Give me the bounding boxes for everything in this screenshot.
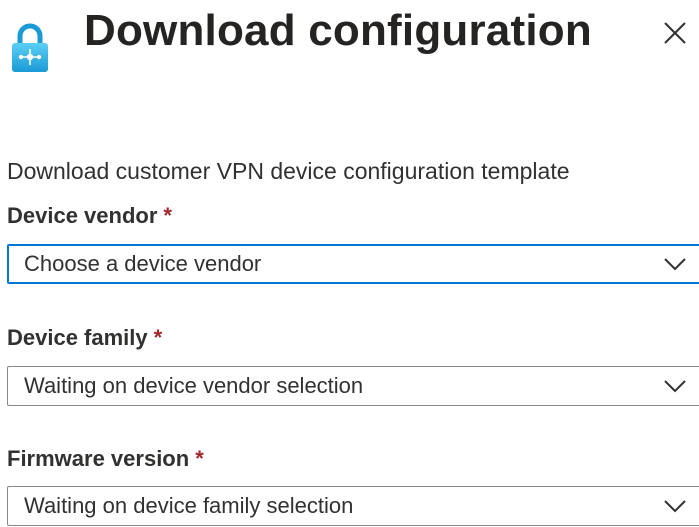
chevron-down-icon xyxy=(664,380,686,393)
required-marker: * xyxy=(195,446,204,471)
firmware-version-label-text: Firmware version xyxy=(7,446,190,471)
form-description: Download customer VPN device configurati… xyxy=(7,158,570,184)
device-family-dropdown[interactable]: Waiting on device vendor selection xyxy=(7,366,699,406)
page-title: Download configuration xyxy=(84,6,592,55)
device-family-label-text: Device family xyxy=(7,325,148,350)
device-vendor-label-text: Device vendor xyxy=(7,203,158,228)
firmware-version-label: Firmware version * xyxy=(7,445,204,473)
device-family-dropdown-value: Waiting on device vendor selection xyxy=(24,373,364,398)
device-vendor-label: Device vendor * xyxy=(7,202,172,230)
device-vendor-dropdown-value: Choose a device vendor xyxy=(24,251,262,276)
required-marker: * xyxy=(163,203,172,228)
chevron-down-icon xyxy=(664,258,686,271)
firmware-version-dropdown[interactable]: Waiting on device family selection xyxy=(7,486,699,526)
panel-header: Download configuration xyxy=(0,0,699,72)
required-marker: * xyxy=(153,325,163,350)
close-button[interactable] xyxy=(656,14,696,54)
vpn-lock-icon xyxy=(10,22,50,74)
download-configuration-panel: Download configuration Download customer… xyxy=(0,0,699,527)
device-vendor-dropdown[interactable]: Choose a device vendor xyxy=(7,244,699,284)
close-icon xyxy=(664,22,686,44)
device-family-label: Device family * xyxy=(7,324,162,352)
firmware-version-dropdown-value: Waiting on device family selection xyxy=(24,493,354,518)
chevron-down-icon xyxy=(664,500,686,513)
